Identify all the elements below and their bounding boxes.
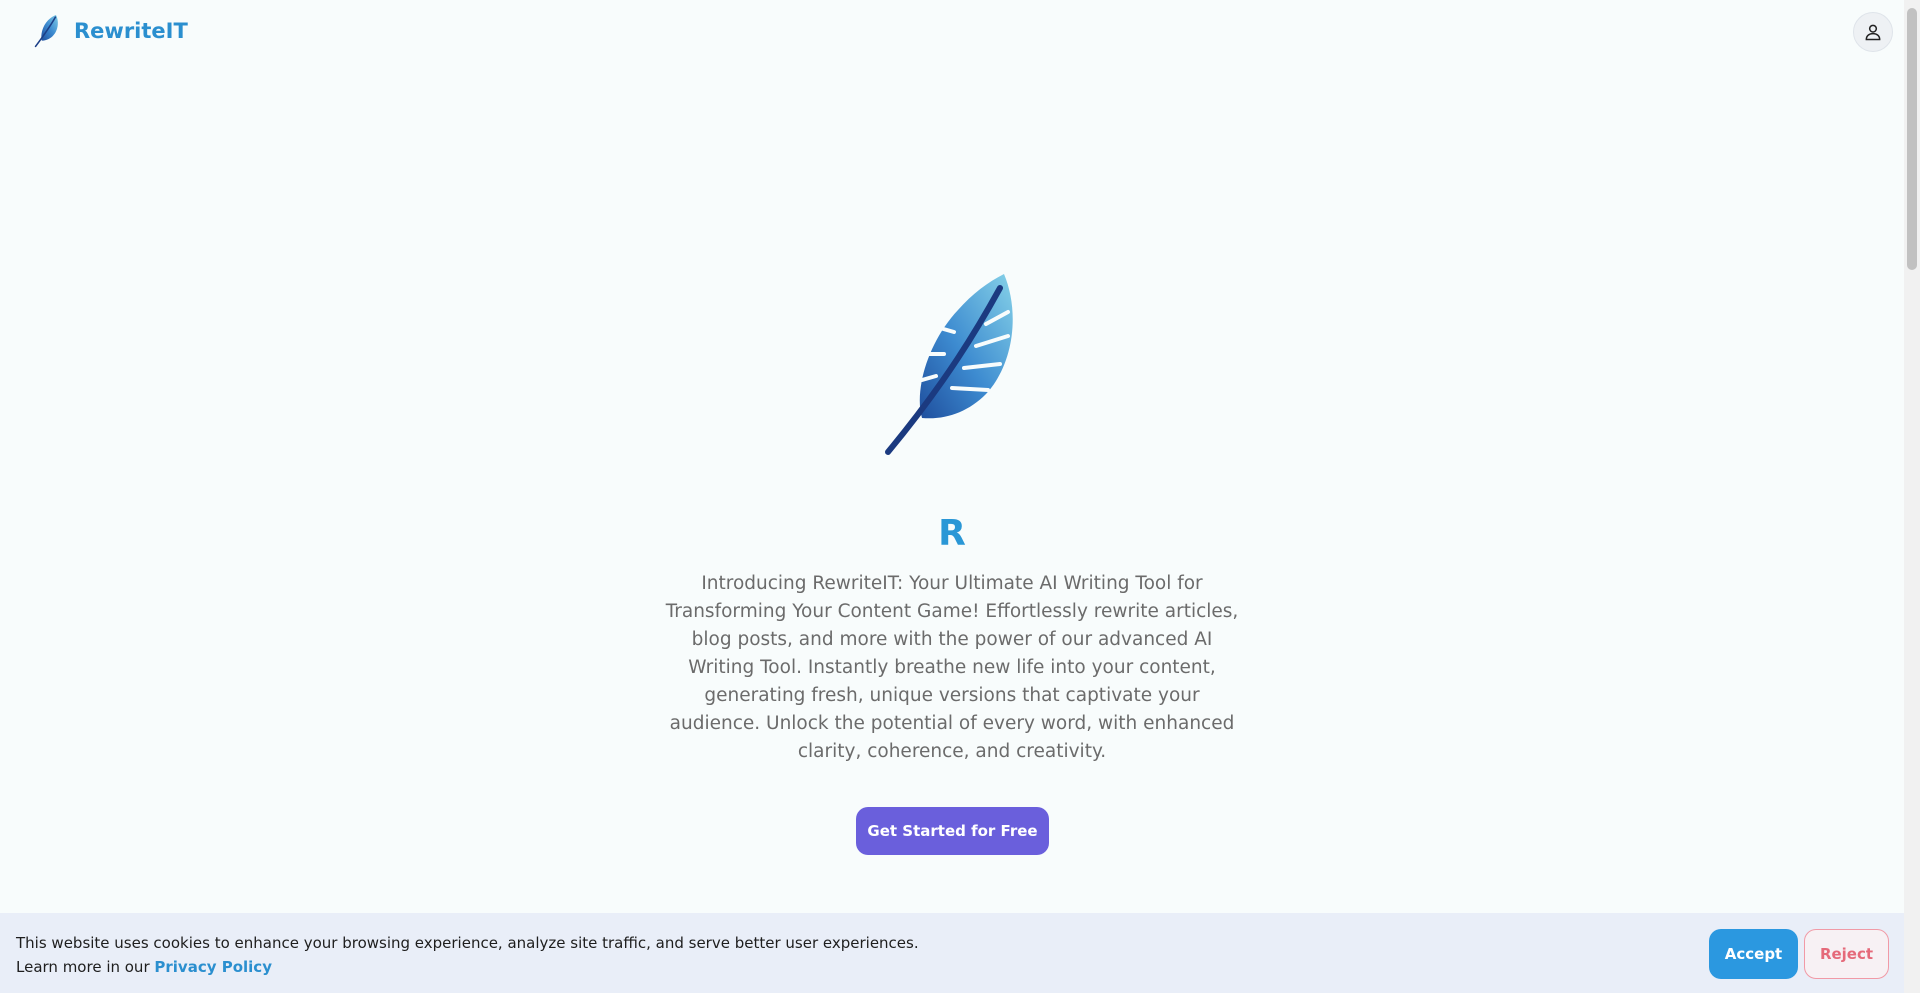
cookie-text: This website uses cookies to enhance you… bbox=[16, 931, 919, 979]
scrollbar-thumb[interactable] bbox=[1907, 8, 1917, 270]
reject-cookies-button[interactable]: Reject bbox=[1804, 929, 1889, 979]
accept-cookies-button[interactable]: Accept bbox=[1709, 929, 1798, 979]
cookie-banner: This website uses cookies to enhance you… bbox=[0, 913, 1904, 993]
learn-more-prefix: Learn more in our bbox=[16, 958, 150, 976]
brand-name: RewriteIT bbox=[74, 19, 188, 43]
hero-title: R bbox=[938, 513, 966, 554]
page: RewriteIT R Introducing RewriteIT: Your … bbox=[0, 0, 1920, 993]
hero-feather-icon bbox=[885, 274, 1013, 455]
page-scrollbar[interactable] bbox=[1904, 0, 1920, 993]
cookie-learn-more: Learn more in our Privacy Policy bbox=[16, 955, 919, 979]
feather-icon bbox=[34, 15, 58, 48]
get-started-button[interactable]: Get Started for Free bbox=[856, 807, 1049, 855]
privacy-policy-link[interactable]: Privacy Policy bbox=[154, 958, 272, 976]
brand-home-link[interactable]: RewriteIT bbox=[32, 14, 188, 48]
cookie-message: This website uses cookies to enhance you… bbox=[16, 934, 919, 952]
user-icon bbox=[1865, 24, 1881, 41]
user-account-button[interactable] bbox=[1853, 12, 1893, 52]
hero-description: Introducing RewriteIT: Your Ultimate AI … bbox=[665, 573, 1239, 762]
top-bar: RewriteIT bbox=[0, 0, 1904, 64]
